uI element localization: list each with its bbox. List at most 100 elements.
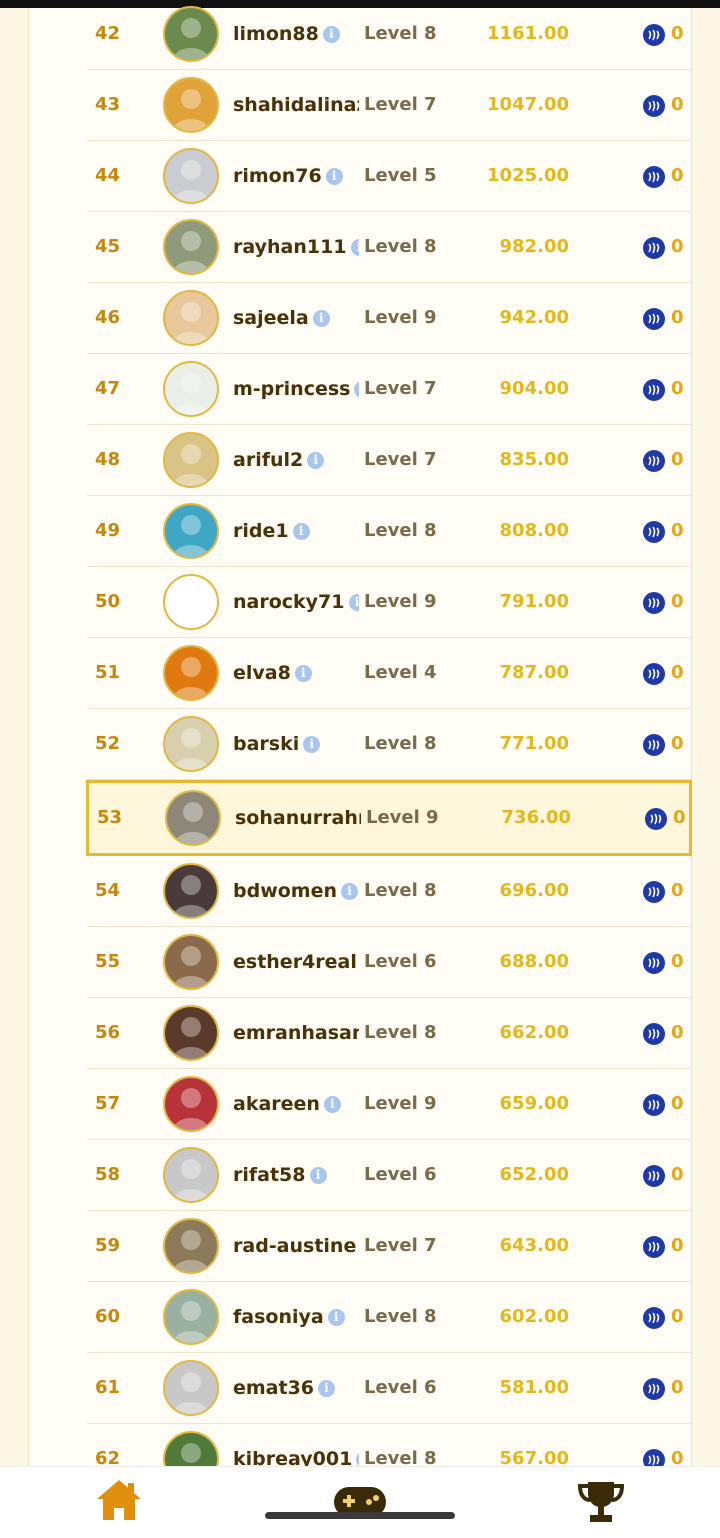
username-link[interactable]: bdwomen i <box>233 856 359 926</box>
info-icon[interactable]: i <box>348 594 359 611</box>
avatar-image <box>165 1362 217 1414</box>
username-link[interactable]: esther4real <box>233 927 359 997</box>
leaderboard-row[interactable]: 45rayhan111iLevel 8982.000 <box>87 212 691 283</box>
leaderboard-row[interactable]: 46 sajeela i Level 9 942.00 0 <box>87 283 691 354</box>
info-icon[interactable]: i <box>318 1380 336 1397</box>
leaderboard-row[interactable]: 58 rifat58 i Level 6 652.00 0 <box>87 1140 691 1211</box>
avatar-image <box>165 718 217 770</box>
info-icon[interactable]: i <box>325 168 343 185</box>
username-link[interactable]: limon88 i <box>233 0 359 69</box>
avatar[interactable] <box>163 77 219 133</box>
username-link[interactable]: m-princessi <box>233 354 359 424</box>
username: ariful2 <box>233 449 304 471</box>
info-icon[interactable]: i <box>307 452 325 469</box>
info-icon[interactable]: i <box>292 523 310 540</box>
user-score: 652.00 <box>499 1164 569 1185</box>
steem-coin-icon <box>643 881 665 903</box>
leaderboard-row[interactable]: 47m-princessiLevel 7904.000 <box>87 354 691 425</box>
avatar[interactable] <box>163 432 219 488</box>
info-icon[interactable]: i <box>309 1167 327 1184</box>
info-icon[interactable]: i <box>322 26 340 43</box>
info-icon[interactable]: i <box>327 1309 345 1326</box>
leaderboard-row[interactable]: 61 emat36 i Level 6 581.00 0 <box>87 1353 691 1424</box>
username-link[interactable]: akareen i <box>233 1069 359 1139</box>
leaderboard-row[interactable]: 50 narocky71 i Level 9 791.00 0 <box>87 567 691 638</box>
avatar[interactable] <box>163 290 219 346</box>
username-link[interactable]: emat36 i <box>233 1353 359 1423</box>
avatar[interactable] <box>163 361 219 417</box>
avatar[interactable] <box>163 148 219 204</box>
reward-amount: 0 <box>671 1235 684 1256</box>
username-link[interactable]: barski i <box>233 709 359 779</box>
user-score: 904.00 <box>499 378 569 399</box>
avatar[interactable] <box>163 219 219 275</box>
username-link[interactable]: ariful2 i <box>233 425 359 495</box>
leaderboard-row[interactable]: 43 shahidalinaz Level 7 1047.00 0 <box>87 70 691 141</box>
avatar[interactable] <box>165 790 221 846</box>
info-icon[interactable]: i <box>303 736 321 753</box>
leaderboard-row[interactable]: 54 bdwomen i Level 8 696.00 0 <box>87 856 691 927</box>
user-score: 659.00 <box>499 1093 569 1114</box>
avatar[interactable] <box>163 1218 219 1274</box>
reward-amount: 0 <box>671 1306 684 1327</box>
username-link[interactable]: rimon76 i <box>233 141 359 211</box>
avatar[interactable] <box>163 1147 219 1203</box>
avatar[interactable] <box>163 1289 219 1345</box>
reward-amount: 0 <box>671 165 684 186</box>
home-indicator[interactable] <box>265 1512 455 1519</box>
leaderboard-row-current-user[interactable]: 53 sohanurrahr Level 9 736.00 0 <box>86 780 692 856</box>
nav-leaderboard-button[interactable] <box>576 1479 626 1529</box>
leaderboard-row[interactable]: 49 ride1 i Level 8 808.00 0 <box>87 496 691 567</box>
username-link[interactable]: emranhasan <box>233 998 359 1068</box>
username-link[interactable]: sajeela i <box>233 283 359 353</box>
avatar[interactable] <box>163 1076 219 1132</box>
info-icon[interactable]: i <box>312 310 330 327</box>
avatar[interactable] <box>163 6 219 62</box>
avatar[interactable] <box>163 934 219 990</box>
username-link[interactable]: sohanurrahr <box>235 783 361 853</box>
info-icon[interactable]: i <box>354 381 359 398</box>
info-icon[interactable]: i <box>294 665 312 682</box>
info-icon[interactable]: i <box>350 239 359 256</box>
leaderboard-row[interactable]: 48 ariful2 i Level 7 835.00 0 <box>87 425 691 496</box>
username-link[interactable]: fasoniya i <box>233 1282 359 1352</box>
username-link[interactable]: narocky71 i <box>233 567 359 637</box>
rank-number: 52 <box>95 733 121 754</box>
avatar[interactable] <box>163 863 219 919</box>
leaderboard-row[interactable]: 56 emranhasan Level 8 662.00 0 <box>87 998 691 1069</box>
leaderboard-row[interactable]: 60 fasoniya i Level 8 602.00 0 <box>87 1282 691 1353</box>
leaderboard-row[interactable]: 55 esther4real Level 6 688.00 0 <box>87 927 691 998</box>
username-link[interactable]: rifat58 i <box>233 1140 359 1210</box>
user-score: 1047.00 <box>487 94 569 115</box>
steem-coin-icon <box>643 95 665 117</box>
avatar[interactable] <box>163 503 219 559</box>
avatar[interactable] <box>163 716 219 772</box>
avatar-image <box>165 1291 217 1343</box>
username-link[interactable]: ride1 i <box>233 496 359 566</box>
avatar[interactable] <box>163 574 219 630</box>
user-score: 662.00 <box>499 1022 569 1043</box>
rank-number: 45 <box>95 236 121 257</box>
reward-amount: 0 <box>671 880 684 901</box>
user-level: Level 8 <box>364 520 437 541</box>
username-link[interactable]: elva8 i <box>233 638 359 708</box>
username: bdwomen <box>233 880 338 902</box>
leaderboard-row[interactable]: 57 akareen i Level 9 659.00 0 <box>87 1069 691 1140</box>
avatar[interactable] <box>163 1360 219 1416</box>
username-link[interactable]: rayhan111i <box>233 212 359 282</box>
leaderboard-row[interactable]: 44 rimon76 i Level 5 1025.00 0 <box>87 141 691 212</box>
avatar[interactable] <box>163 645 219 701</box>
username-link[interactable]: shahidalinaz <box>233 70 359 140</box>
username-link[interactable]: rad-austine <box>233 1211 359 1281</box>
info-icon[interactable]: i <box>323 1096 341 1113</box>
user-score: 835.00 <box>499 449 569 470</box>
leaderboard-row[interactable]: 59 rad-austine Level 7 643.00 0 <box>87 1211 691 1282</box>
leaderboard-row[interactable]: 42 limon88 i Level 8 1161.00 0 <box>87 0 691 70</box>
avatar[interactable] <box>163 1005 219 1061</box>
leaderboard-row[interactable]: 51 elva8 i Level 4 787.00 0 <box>87 638 691 709</box>
info-icon[interactable]: i <box>341 883 359 900</box>
rank-number: 53 <box>97 807 123 828</box>
leaderboard-row[interactable]: 52 barski i Level 8 771.00 0 <box>87 709 691 780</box>
nav-home-button[interactable] <box>94 1477 144 1527</box>
steem-coin-icon <box>643 734 665 756</box>
